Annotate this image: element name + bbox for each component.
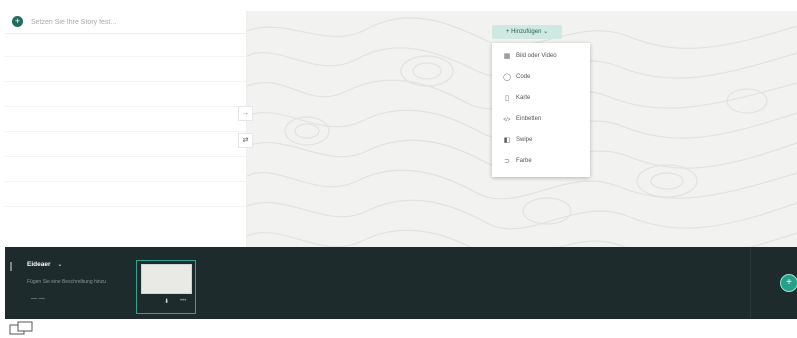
slide-thumbnail[interactable]: ⬇ ••• (136, 260, 196, 314)
map-side-tools: → ⇄ (238, 106, 253, 160)
add-menu-dropdown: ▦ Bild oder Video ◯ Code ▯ Karte </> Ein… (492, 43, 590, 177)
plus-icon: + (14, 16, 21, 26)
story-title-input[interactable] (31, 15, 231, 29)
story-editor-panel: + (5, 11, 247, 247)
menu-item-label: Karte (516, 95, 531, 101)
slide-name[interactable]: Eideaer ⌄ (27, 261, 62, 268)
chevron-down-icon: ⌄ (543, 29, 549, 35)
slide-name-label: Eideaer (27, 261, 51, 268)
story-title-row: + (5, 11, 246, 34)
add-menu-button[interactable]: + Hinzufügen ⌄ (492, 25, 562, 39)
menu-item-code[interactable]: ◯ Code (492, 71, 590, 85)
divider (5, 181, 246, 182)
add-block-button[interactable]: + (12, 16, 23, 27)
divider (5, 156, 246, 157)
plus-icon: + (505, 29, 510, 35)
menu-item-label: Bild oder Video (516, 53, 557, 59)
menu-item-label: Code (516, 74, 531, 80)
more-icon[interactable]: ••• (180, 298, 186, 304)
image-video-icon: ▦ (503, 53, 511, 60)
color-icon: ⊃ (504, 158, 510, 165)
divider (5, 131, 246, 132)
chevron-down-icon: ⌄ (57, 262, 63, 268)
slide-description[interactable]: Fügen Sie eine Beschreibung hinzu (27, 279, 106, 285)
slide-thumbnail-image (141, 264, 192, 294)
menu-item-label: Swipe (516, 137, 533, 143)
menu-item-image-video[interactable]: ▦ Bild oder Video (492, 50, 590, 64)
code-icon: ◯ (503, 74, 511, 81)
plus-icon: + (786, 277, 792, 288)
swap-icon[interactable]: ⇄ (238, 133, 253, 148)
slide-dash: — — (31, 296, 45, 302)
embed-icon: </> (503, 117, 511, 123)
swipe-icon: ◧ (503, 137, 511, 144)
divider (5, 206, 246, 207)
divider (5, 106, 246, 107)
menu-item-label: Farbe (516, 158, 532, 164)
menu-item-embed[interactable]: </> Einbetten (492, 113, 590, 127)
menu-item-label: Einbetten (516, 116, 542, 122)
menu-item-map[interactable]: ▯ Karte (492, 92, 590, 106)
add-menu-button-label: Hinzufügen (511, 29, 542, 35)
arrow-right-icon[interactable]: → (238, 106, 253, 121)
menu-item-color[interactable]: ⊃ Farbe (492, 155, 590, 169)
divider (750, 247, 751, 319)
menu-item-swipe[interactable]: ◧ Swipe (492, 134, 590, 148)
download-icon[interactable]: ⬇ (164, 298, 169, 305)
divider (5, 81, 246, 82)
slides-bar: Eideaer ⌄ Fügen Sie eine Beschreibung hi… (5, 247, 797, 319)
drag-handle-icon[interactable] (10, 262, 12, 271)
fullscreen-toggle-icon[interactable] (9, 321, 35, 335)
divider (5, 56, 246, 57)
add-slide-button[interactable]: + (780, 274, 797, 292)
map-icon: ▯ (505, 95, 509, 102)
